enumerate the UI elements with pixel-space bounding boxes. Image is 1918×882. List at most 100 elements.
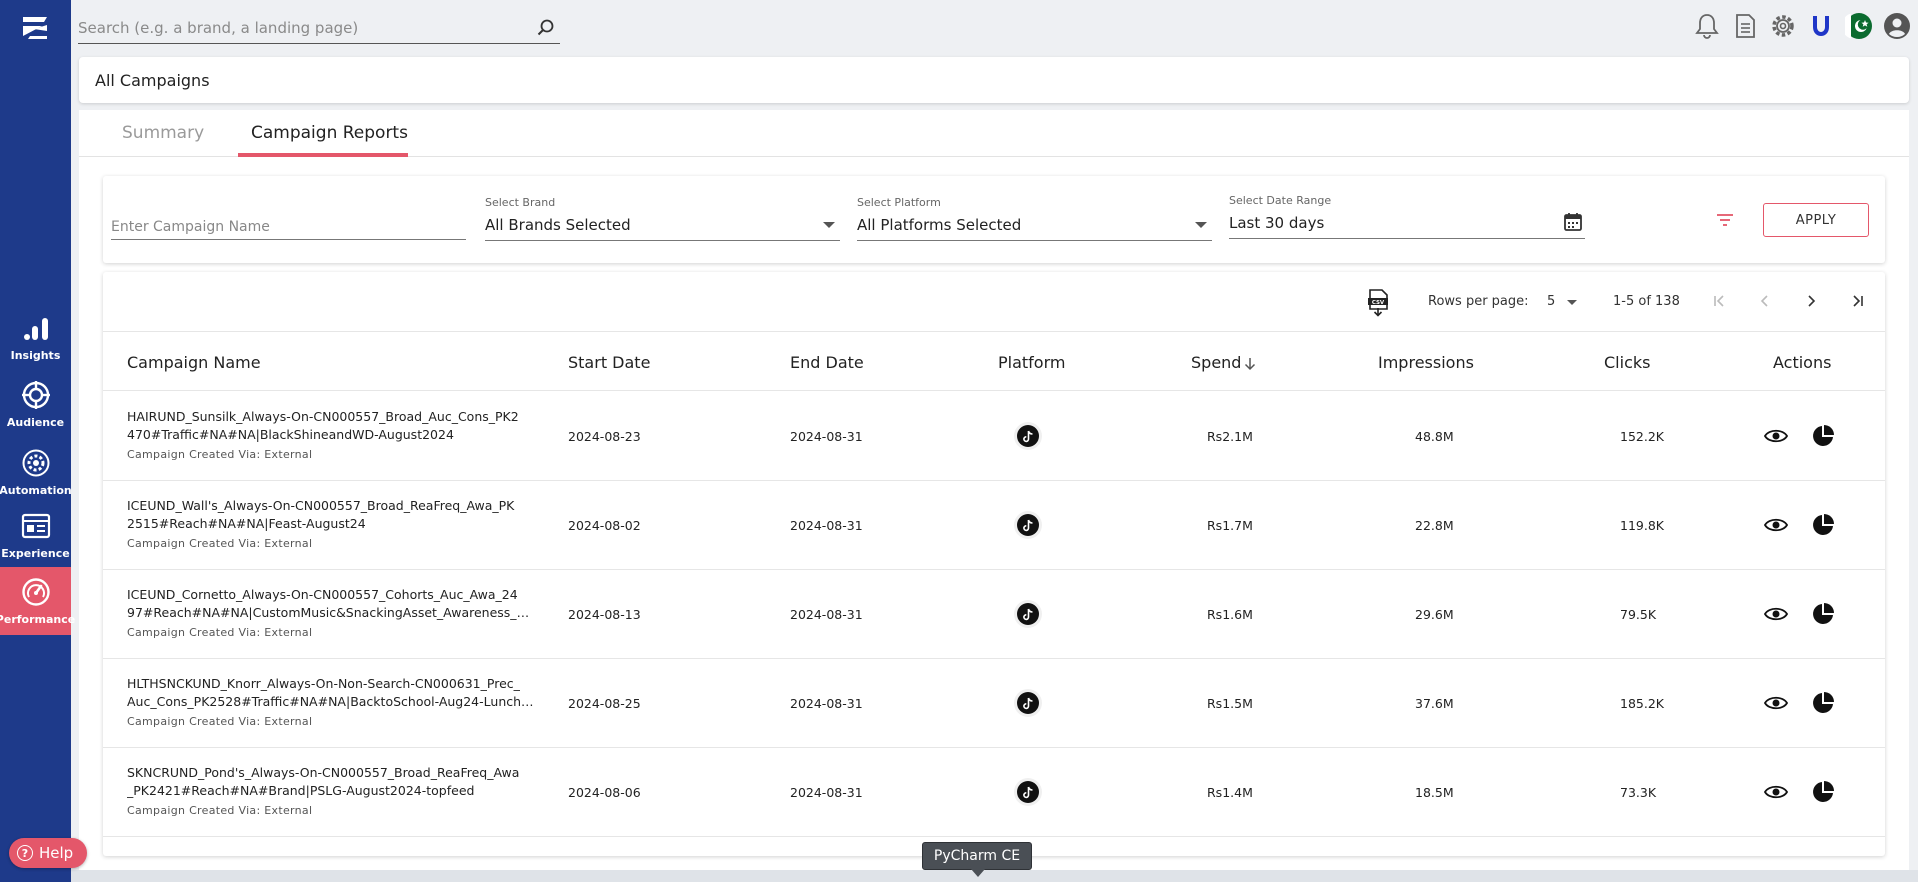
impressions-cell: 37.6M: [1415, 696, 1454, 711]
view-button[interactable]: [1764, 603, 1788, 625]
pie-chart-icon: [1813, 425, 1834, 446]
rows-per-page-select[interactable]: 5: [1547, 294, 1555, 309]
clicks-cell: 79.5K: [1620, 607, 1657, 622]
pakistan-flag-icon[interactable]: [1844, 11, 1874, 41]
top-icons: [1692, 11, 1912, 41]
taskbar-tooltip: PyCharm CE: [922, 842, 1032, 877]
sidebar-item-label: Insights: [10, 348, 61, 362]
search-icon[interactable]: [536, 18, 556, 38]
campaign-name-input[interactable]: [111, 214, 466, 240]
sidebar-item-performance[interactable]: Performance: [0, 567, 75, 635]
chevron-down-icon: [823, 222, 835, 228]
chevron-down-icon[interactable]: [1567, 300, 1577, 305]
sidebar-item-audience[interactable]: Audience: [0, 371, 71, 437]
bell-icon[interactable]: [1692, 11, 1722, 41]
table-row[interactable]: ICEUND_Wall's_Always-On-CN000557_Broad_R…: [103, 481, 1885, 570]
previous-page-button[interactable]: [1752, 288, 1778, 314]
analytics-button[interactable]: [1811, 692, 1835, 714]
campaign-name-line: _PK2421#Reach#NA#Brand|PSLG-August2024-t…: [127, 783, 475, 798]
sort-descending-icon[interactable]: [1243, 357, 1257, 371]
table-row[interactable]: ICEUND_Cornetto_Always-On-CN000557_Cohor…: [103, 570, 1885, 659]
campaign-name-line: 2515#Reach#NA#NA|Feast-August24: [127, 516, 366, 531]
pie-chart-icon: [1813, 692, 1834, 713]
sidebar-item-label: Experience: [1, 546, 70, 560]
column-header-campaign-name[interactable]: Campaign Name: [127, 353, 261, 372]
campaign-name-cell: SKNCRUND_Pond's_Always-On-CN000557_Broad…: [127, 764, 537, 820]
brand-select-underline: [485, 240, 840, 241]
table-row[interactable]: SKNCRUND_Pond's_Always-On-CN000557_Broad…: [103, 748, 1885, 837]
platform-select-underline: [857, 240, 1212, 241]
unilever-logo-icon[interactable]: [1806, 11, 1836, 41]
csv-download-icon[interactable]: CSV: [1367, 289, 1389, 317]
clicks-cell: 119.8K: [1620, 518, 1664, 533]
campaign-name-line: 470#Traffic#NA#NA|BlackShineandWD-August…: [127, 427, 454, 442]
clicks-cell: 185.2K: [1620, 696, 1664, 711]
bottom-scroll-area: [71, 870, 1918, 882]
sidebar-item-insights[interactable]: Insights: [0, 304, 71, 370]
table-row[interactable]: HLTHSNCKUND_Knorr_Always-On-Non-Search-C…: [103, 659, 1885, 748]
analytics-button[interactable]: [1811, 514, 1835, 536]
platform-select-value: All Platforms Selected: [857, 216, 1022, 234]
impressions-cell: 29.6M: [1415, 607, 1454, 622]
calendar-icon[interactable]: [1563, 212, 1583, 232]
document-icon[interactable]: [1730, 11, 1760, 41]
spend-cell: Rs1.4M: [1207, 785, 1253, 800]
chevron-down-icon: [1195, 222, 1207, 228]
eye-icon: [1764, 518, 1788, 532]
account-icon[interactable]: [1882, 11, 1912, 41]
analytics-button[interactable]: [1811, 603, 1835, 625]
brand-select-value: All Brands Selected: [485, 216, 631, 234]
next-page-button[interactable]: [1798, 288, 1824, 314]
last-page-button[interactable]: [1845, 288, 1871, 314]
apply-button[interactable]: APPLY: [1763, 203, 1869, 237]
help-button[interactable]: ? Help: [9, 838, 87, 868]
sidebar-item-experience[interactable]: Experience: [0, 502, 71, 568]
sidebar-item-automation[interactable]: Automation: [0, 439, 72, 505]
sidebar-item-label: Audience: [6, 415, 65, 429]
pie-chart-icon: [1813, 514, 1834, 535]
page-title: All Campaigns: [95, 70, 210, 90]
view-button[interactable]: [1764, 514, 1788, 536]
gear-icon: [22, 449, 49, 476]
filter-bar: Select Brand All Brands Selected Select …: [103, 176, 1885, 263]
active-tab-indicator: [238, 153, 408, 157]
filter-icon[interactable]: [1715, 210, 1735, 230]
view-button[interactable]: [1764, 781, 1788, 803]
column-header-platform[interactable]: Platform: [998, 353, 1065, 372]
campaign-source: Campaign Created Via: External: [127, 537, 313, 550]
table-row[interactable]: HAIRUND_Sunsilk_Always-On-CN000557_Broad…: [103, 392, 1885, 481]
first-page-icon: [1714, 295, 1724, 307]
view-button[interactable]: [1764, 692, 1788, 714]
brand-select-label: Select Brand: [485, 196, 556, 209]
pagination-range: 1-5 of 138: [1613, 294, 1680, 309]
spend-cell: Rs1.6M: [1207, 607, 1253, 622]
campaign-name-line: ICEUND_Cornetto_Always-On-CN000557_Cohor…: [127, 587, 518, 602]
end-date-cell: 2024-08-31: [790, 696, 863, 711]
start-date-cell: 2024-08-02: [568, 518, 641, 533]
tiktok-icon: [1014, 600, 1042, 628]
eye-icon: [1764, 696, 1788, 710]
column-header-start-date[interactable]: Start Date: [568, 353, 650, 372]
first-page-button[interactable]: [1706, 288, 1732, 314]
column-header-clicks[interactable]: Clicks: [1604, 353, 1650, 372]
tab-summary[interactable]: Summary: [122, 123, 204, 143]
tab-campaign-reports[interactable]: Campaign Reports: [251, 123, 408, 143]
search-input[interactable]: [78, 14, 518, 42]
search-bar: [78, 14, 560, 44]
start-date-cell: 2024-08-06: [568, 785, 641, 800]
tab-bar: Summary Campaign Reports: [79, 110, 1909, 157]
date-range-value: Last 30 days: [1229, 214, 1325, 232]
column-header-spend[interactable]: Spend: [1191, 353, 1241, 372]
column-header-actions: Actions: [1773, 353, 1832, 372]
app-logo-icon[interactable]: [20, 14, 50, 42]
column-header-end-date[interactable]: End Date: [790, 353, 864, 372]
start-date-cell: 2024-08-13: [568, 607, 641, 622]
analytics-button[interactable]: [1811, 781, 1835, 803]
table-header: Campaign Name Start Date End Date Platfo…: [103, 333, 1885, 391]
settings-icon[interactable]: [1768, 11, 1798, 41]
analytics-button[interactable]: [1811, 425, 1835, 447]
column-header-impressions[interactable]: Impressions: [1378, 353, 1474, 372]
campaign-source: Campaign Created Via: External: [127, 626, 313, 639]
view-button[interactable]: [1764, 425, 1788, 447]
tiktok-icon: [1014, 422, 1042, 450]
